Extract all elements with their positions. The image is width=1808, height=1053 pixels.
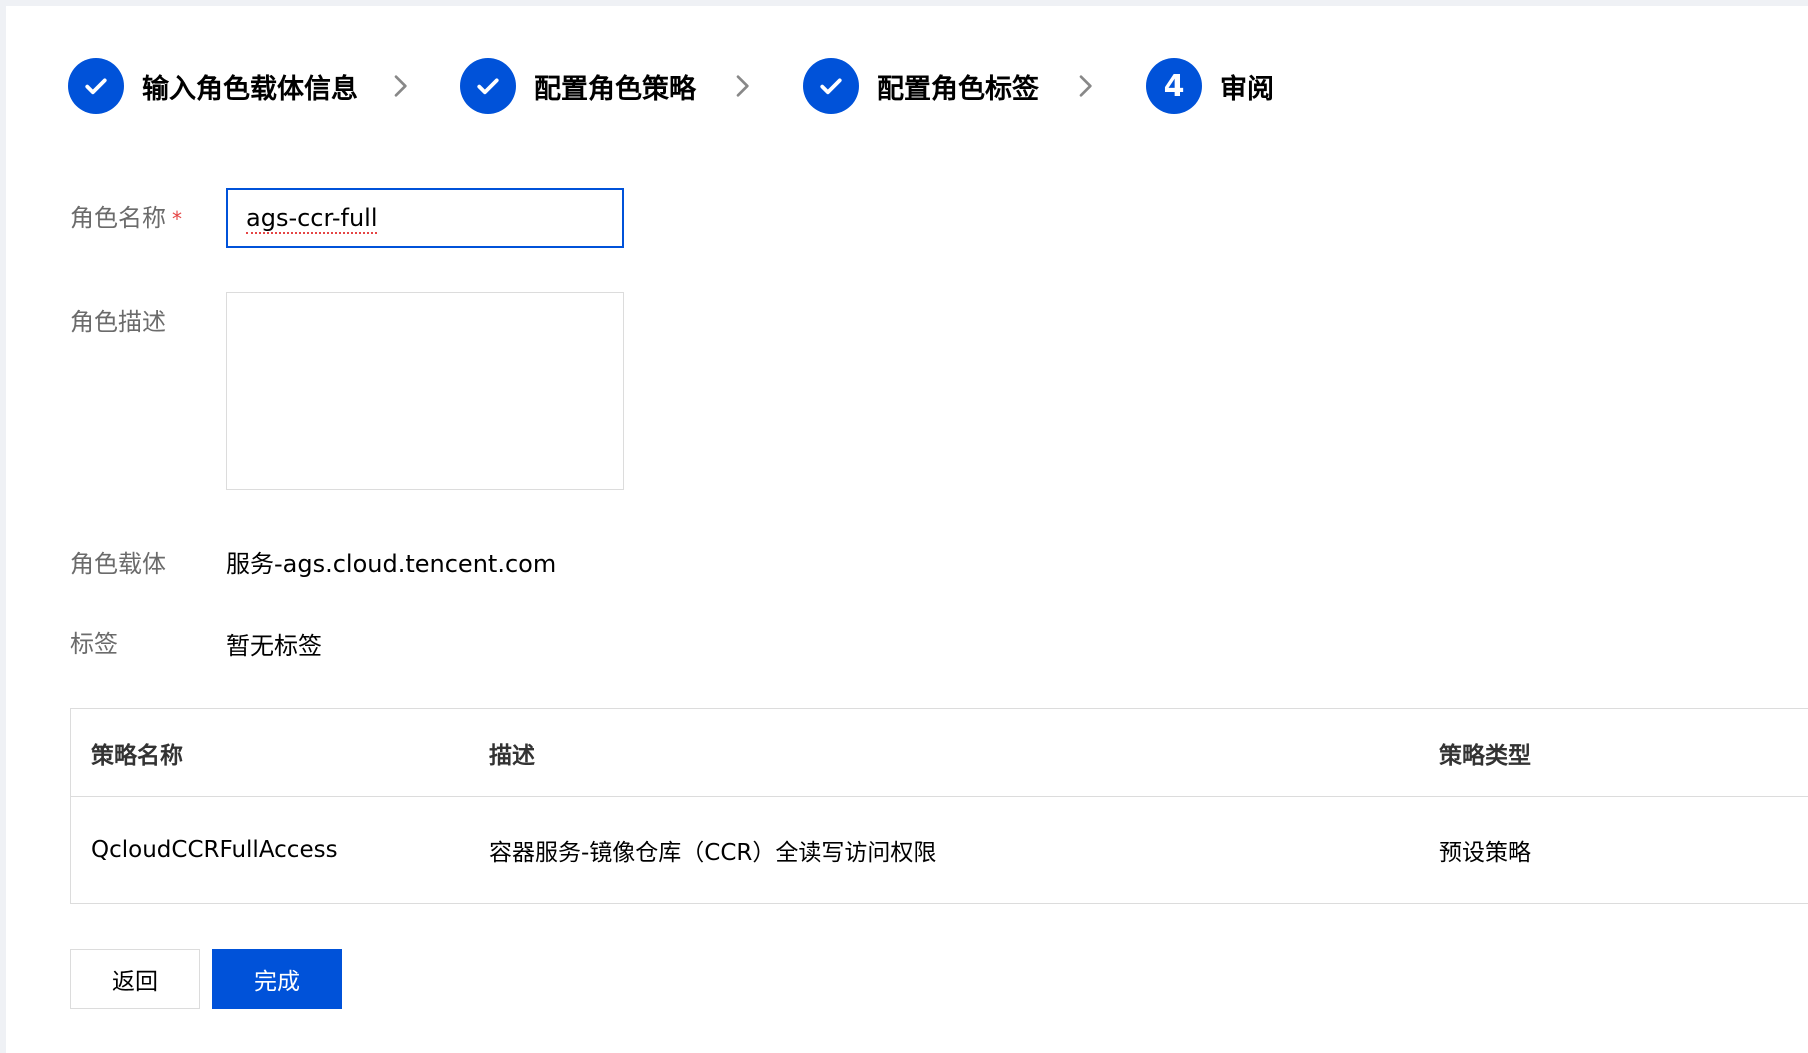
step-2: 配置角色策略 xyxy=(460,54,696,118)
policy-description-cell: 容器服务-镜像仓库（CCR）全读写访问权限 xyxy=(489,840,937,866)
role-carrier-label: 角色载体 xyxy=(70,550,166,578)
step-1-label: 输入角色载体信息 xyxy=(142,73,358,105)
role-desc-textarea[interactable] xyxy=(226,292,624,490)
step-1: 输入角色载体信息 xyxy=(68,54,358,118)
check-icon xyxy=(460,58,516,114)
step-2-label: 配置角色策略 xyxy=(534,73,696,105)
role-name-label-text: 角色名称 xyxy=(70,204,166,232)
step-4: 4 审阅 xyxy=(1146,54,1274,118)
tags-label: 标签 xyxy=(70,630,118,658)
chevron-right-icon xyxy=(1069,70,1101,102)
required-mark: * xyxy=(172,207,182,231)
done-button[interactable]: 完成 xyxy=(212,949,342,1009)
check-icon xyxy=(68,58,124,114)
chevron-right-icon xyxy=(384,70,416,102)
step-4-number: 4 xyxy=(1146,58,1202,114)
role-name-label: 角色名称 * xyxy=(70,198,182,233)
role-desc-label: 角色描述 xyxy=(70,308,166,336)
review-panel: 输入角色载体信息 配置角色策略 配置角色标签 4 审阅 角色名称 * ags-c… xyxy=(6,6,1808,1053)
role-carrier-value: 服务-ags.cloud.tencent.com xyxy=(226,550,557,578)
step-3-label: 配置角色标签 xyxy=(877,73,1039,105)
table-row: QcloudCCRFullAccess 容器服务-镜像仓库（CCR）全读写访问权… xyxy=(71,797,1808,903)
policy-type-cell: 预设策略 xyxy=(1439,840,1531,866)
back-button[interactable]: 返回 xyxy=(70,949,200,1009)
policy-name-cell: QcloudCCRFullAccess xyxy=(91,837,338,863)
check-icon xyxy=(803,58,859,114)
role-name-value: ags-ccr-full xyxy=(246,204,378,234)
header-description: 描述 xyxy=(489,742,535,769)
header-policy-name: 策略名称 xyxy=(91,742,183,769)
chevron-right-icon xyxy=(726,70,758,102)
header-policy-type: 策略类型 xyxy=(1439,742,1531,769)
step-indicator: 输入角色载体信息 配置角色策略 配置角色标签 4 审阅 xyxy=(6,54,1808,118)
role-name-input[interactable]: ags-ccr-full xyxy=(226,188,624,248)
step-4-label: 审阅 xyxy=(1220,73,1274,105)
tags-value: 暂无标签 xyxy=(226,632,322,660)
policy-table: 策略名称 描述 策略类型 QcloudCCRFullAccess 容器服务-镜像… xyxy=(70,708,1808,904)
step-3: 配置角色标签 xyxy=(803,54,1039,118)
table-header: 策略名称 描述 策略类型 xyxy=(71,709,1808,797)
